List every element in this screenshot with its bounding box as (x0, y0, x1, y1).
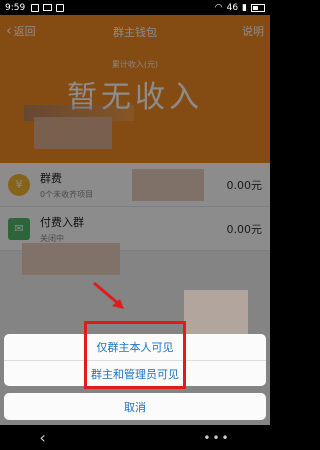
network-type: 46 (226, 2, 239, 13)
nav-back-icon[interactable]: ‹ (39, 428, 45, 447)
red-arrow-annotation (93, 281, 124, 309)
status-bar: 9:59 ◠ 46 ▮ (0, 0, 270, 15)
wifi-icon: ◠ (214, 2, 223, 13)
cancel-button[interactable]: 取消 (4, 393, 266, 420)
nav-menu-icon[interactable]: ••• (203, 431, 230, 445)
system-icons: ◠ 46 ▮ (215, 3, 265, 13)
image-notification-icon (56, 3, 65, 12)
battery-icon (251, 3, 265, 12)
highlight-box-annotation (84, 321, 186, 389)
status-time: 9:59 (5, 2, 26, 13)
notification-icons (31, 3, 65, 12)
system-nav-bar: ‹ ••• (0, 425, 270, 450)
app-notification-icon (31, 3, 40, 12)
mail-icon (43, 4, 53, 11)
signal-icon: ▮ (242, 2, 247, 13)
